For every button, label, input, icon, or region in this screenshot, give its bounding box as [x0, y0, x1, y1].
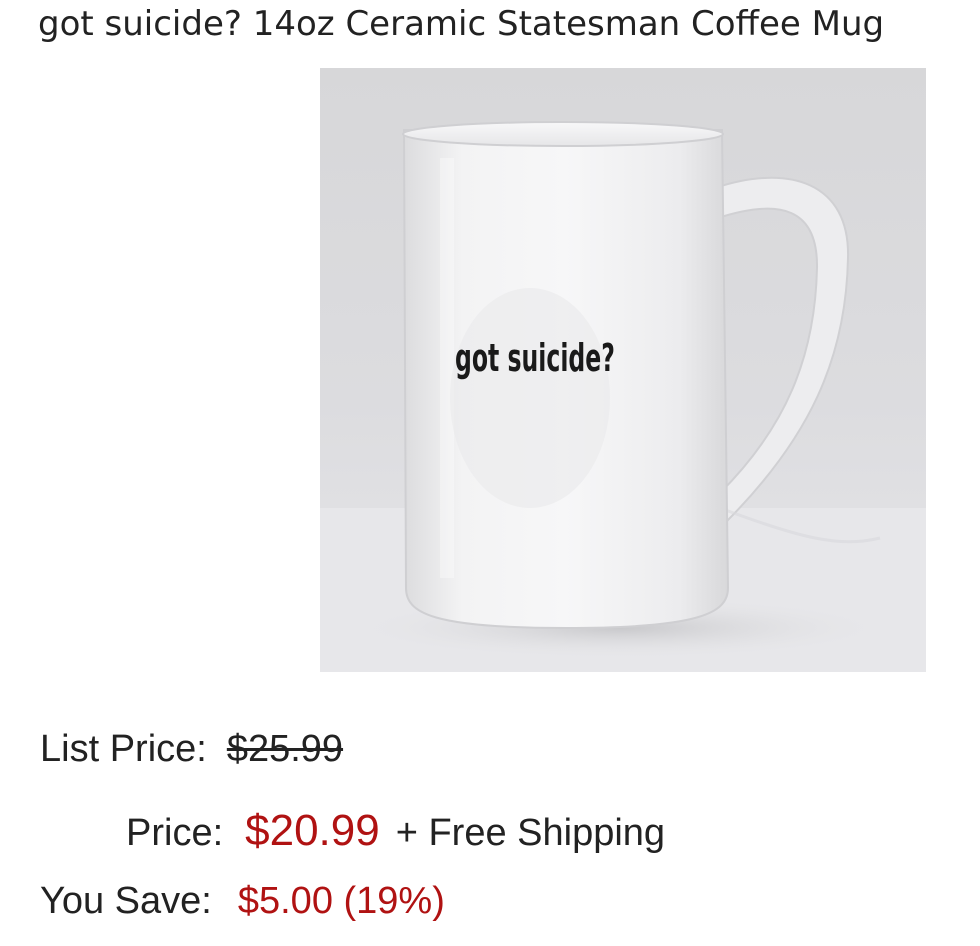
list-price-label: List Price: — [40, 728, 207, 770]
list-price-row: List Price: $25.99 — [40, 728, 343, 771]
product-title[interactable]: got suicide? 14oz Ceramic Statesman Coff… — [38, 4, 884, 44]
mug-photo-icon — [320, 121, 926, 672]
price-label: Price: — [126, 812, 224, 854]
list-price-value: $25.99 — [226, 728, 344, 770]
mug-printed-text: got suicide? — [455, 336, 615, 380]
free-shipping-text: + Free Shipping — [395, 812, 666, 854]
price-value: $20.99 — [245, 806, 380, 855]
you-save-label: You Save: — [40, 880, 212, 922]
you-save-value: $5.00 (19%) — [237, 880, 445, 922]
product-image[interactable]: got suicide? — [320, 68, 926, 672]
you-save-row: You Save: $5.00 (19%) — [40, 880, 445, 923]
price-row: Price: $20.99 + Free Shipping — [126, 806, 665, 856]
